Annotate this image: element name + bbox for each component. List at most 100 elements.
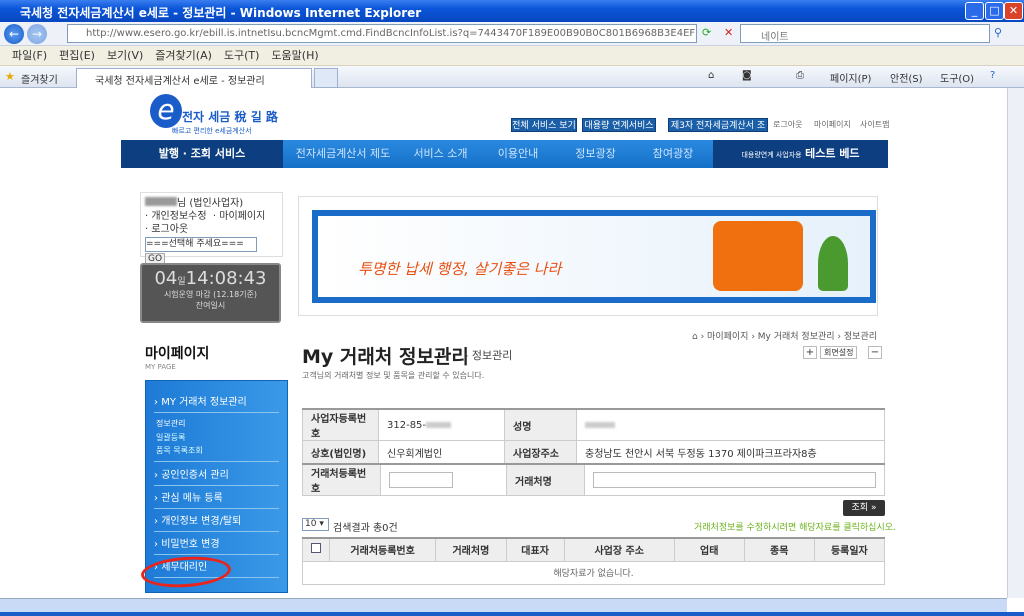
lnb-label: 비밀번호 변경 [161,539,220,550]
zoom-out-button[interactable]: − [868,346,882,359]
vertical-scrollbar[interactable] [1007,88,1024,598]
nav-system[interactable]: 전자세금계산서 제도 [283,140,403,168]
forward-icon[interactable]: → [27,24,47,44]
nav-test-bed[interactable]: 대용량연계 사업자용 테스트 베드 [713,140,888,168]
menu-file[interactable]: 파일(F) [12,49,47,62]
breadcrumb-item[interactable]: 정보관리 [844,332,877,342]
banner-image[interactable]: 투명한 납세 행정, 살기좋은 나라 [312,210,876,303]
lnb-item-partner-info[interactable]: › MY 거래처 정보관리 [154,389,279,413]
col-name[interactable]: 거래처명 [435,537,507,562]
name-label: 성명 [504,408,577,441]
favorites-button[interactable]: 즐겨찾기 [21,71,58,86]
lnb-item-favorites[interactable]: › 관심 메뉴 등록 [154,485,279,509]
home-icon[interactable]: ⌂ [708,70,714,81]
back-icon[interactable]: ← [4,24,24,44]
col-item[interactable]: 종목 [743,537,815,562]
window-title: 국세청 전자세금계산서 e세로 - 정보관리 - Windows Interne… [20,6,422,20]
select-all-checkbox[interactable] [311,543,321,554]
partner-name-input[interactable] [593,472,876,488]
partner-reg-no-input[interactable] [389,472,453,488]
menu-edit[interactable]: 편집(E) [59,49,95,62]
lnb-label: 관심 메뉴 등록 [161,493,223,504]
chair-illustration [713,221,803,291]
search-reg-label: 거래처등록번호 [302,463,381,496]
search-button[interactable]: 조회 » [843,500,885,516]
search-name-label: 거래처명 [506,463,585,496]
screen-setting-button[interactable]: 회면설정 [820,346,858,359]
page-subtitle: › 정보관리 [464,349,513,362]
lnb-item-certificate[interactable]: › 공인인증서 관리 [154,461,279,486]
menu-bar: 파일(F) 편집(E) 보기(V) 즐겨찾기(A) 도구(T) 도움말(H) [0,46,1024,66]
nav-service-intro[interactable]: 서비스 소개 [403,140,478,168]
nav-test-bed-small: 대용량연계 사업자용 [741,151,802,159]
nav-test-bed-label: 테스트 베드 [805,147,860,160]
new-tab-button[interactable] [314,68,338,88]
page-size-select[interactable]: 10 ▾ [302,518,329,531]
sitemap-link[interactable]: 사이트맵 [860,119,889,130]
third-party-lookup-button[interactable]: 제3자 전자세금계산서 조회 [668,118,768,145]
name-value [576,408,885,441]
logout-link[interactable]: 로그아웃 [773,119,802,130]
stop-icon[interactable]: ✕ [724,26,733,39]
nav-info-plaza[interactable]: 정보광장 [558,140,633,168]
breadcrumb-item[interactable]: My 거래처 정보관리 [758,332,835,342]
browser-tab[interactable]: 국세청 전자세금계산서 e세로 - 정보관리 [76,68,312,88]
menu-help[interactable]: 도움말(H) [271,49,318,62]
timer-days: 04 [154,268,178,289]
print-icon[interactable]: ⎙ [796,70,804,81]
nav-issue-lookup[interactable]: 발행 · 조회 서비스 [121,140,283,168]
refresh-icon[interactable]: ⟳ [702,26,711,39]
minimize-button[interactable]: _ [965,2,984,20]
breadcrumb-item[interactable]: 마이페이지 [707,332,748,342]
menu-favorites[interactable]: 즐겨찾기(A) [155,49,212,62]
logo-icon[interactable]: e [150,94,182,128]
col-business-type[interactable]: 업태 [673,537,745,562]
company-label: 상호(법인명) [302,440,379,464]
search-input[interactable]: 네이트 [740,24,990,43]
redacted [426,421,452,428]
page-menu[interactable]: 페이지(P) [830,70,871,85]
mypage-link[interactable]: 마이페이지 [814,119,851,130]
maximize-button[interactable]: □ [985,2,1004,20]
nav-participation[interactable]: 참여광장 [633,140,713,168]
banner-text: 투명한 납세 행정, 살기좋은 나라 [358,260,562,278]
timer-caption-2: 잔여일시 [195,301,226,310]
zoom-in-button[interactable]: + [803,346,817,359]
logo-text[interactable]: 전자 세금 稅 길 路 [182,108,278,125]
user-type: 님 (법인사업자) [177,198,244,209]
url-input[interactable]: http://www.esero.go.kr/ebill.is.intnetIs… [67,24,697,43]
col-reg-no[interactable]: 거래처등록번호 [328,537,437,562]
rss-icon[interactable]: ◙ [742,70,752,81]
lnb-sub-info[interactable]: 정보관리 [156,418,185,429]
lnb-item-password[interactable]: › 비밀번호 변경 [154,531,279,555]
tools-menu[interactable]: 도구(O) [940,70,974,85]
menu-tools[interactable]: 도구(T) [224,49,260,62]
edit-profile-link[interactable]: 개인정보수정 [151,211,206,222]
breadcrumb: ⌂ › 마이페이지 › My 거래처 정보관리 › 정보관리 [692,332,878,342]
lnb-item-profile[interactable]: › 개인정보 변경/탈퇴 [154,508,279,532]
logout-link-2[interactable]: 로그아웃 [151,224,188,235]
timer-caption: 시험운영 마감 (12.18기준) [163,290,258,299]
page-title: My 거래처 정보관리 [302,346,469,368]
business-info-table: 사업자등록번호 312-85- 성명 상호(법인명) 신우회계법인 사업장주소 충청남도 … [302,408,885,464]
star-icon: ★ [5,70,15,83]
help-icon[interactable]: ? [990,70,995,81]
lnb-sub-items[interactable]: 품목 목록조회 [156,445,203,456]
col-reg-date[interactable]: 등록일자 [813,537,886,562]
reg-no-label: 사업자등록번호 [302,408,379,441]
results-table: 거래처등록번호 거래처명 대표자 사업장 주소 업태 종목 등록일자 해당자료가… [302,537,886,585]
safety-menu[interactable]: 안전(S) [890,70,923,85]
bulk-service-button[interactable]: 대용량 연계서비스 [582,118,656,132]
lnb-sub-bulk[interactable]: 일괄등록 [156,432,185,443]
all-services-button[interactable]: 전체 서비스 보기 [511,118,577,132]
search-icon[interactable]: ⚲ [994,26,1002,39]
mypage-link-2[interactable]: 마이페이지 [219,211,265,222]
menu-view[interactable]: 보기(V) [107,49,143,62]
col-representative[interactable]: 대표자 [505,537,565,562]
user-name-blurred [145,197,177,206]
nav-guide[interactable]: 이용안내 [478,140,558,168]
quick-select[interactable]: ===선택해 주세요=== [145,237,257,252]
close-button[interactable]: ✕ [1004,2,1023,20]
main-navigation: 발행 · 조회 서비스 전자세금계산서 제도 서비스 소개 이용안내 정보광장 … [121,140,888,168]
col-address[interactable]: 사업장 주소 [563,537,675,562]
